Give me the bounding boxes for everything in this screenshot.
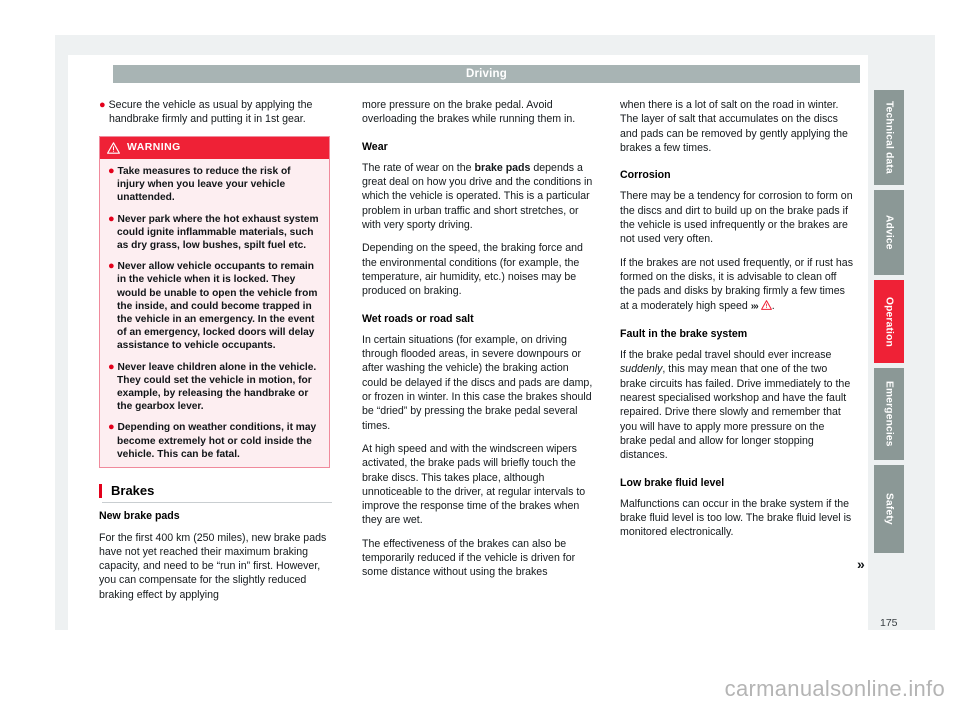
paragraph-wet-1: In certain situations (for example, on d…: [362, 333, 593, 432]
text-column-2: more pressure on the brake pedal. Avoid …: [362, 98, 595, 589]
warning-item: ● Depending on weather conditions, it ma…: [108, 421, 321, 461]
warning-item-text: Never allow vehicle occupants to remain …: [117, 261, 318, 352]
side-tab-label: Safety: [883, 493, 895, 525]
red-bullet-icon: ●: [108, 212, 115, 225]
warning-label: WARNING: [127, 141, 181, 153]
warning-item-text: Depending on weather conditions, it may …: [117, 422, 317, 460]
paragraph-wear-bold: brake pads: [474, 161, 531, 174]
paragraph-fault-italic: suddenly: [620, 363, 663, 376]
section-heading-rule: [102, 502, 332, 504]
warning-item: ● Never leave children alone in the vehi…: [108, 361, 321, 414]
red-bullet-icon: ●: [108, 260, 115, 273]
paragraph-corrosion-1: There may be a tendency for corrosion to…: [620, 190, 853, 246]
warning-box-body: ● Take measures to reduce the risk of in…: [100, 159, 329, 467]
subheading-corrosion: Corrosion: [620, 169, 671, 182]
side-tab-emergencies[interactable]: Emergencies: [874, 368, 904, 460]
paragraph-wet-2: At high speed and with the windscreen wi…: [362, 442, 586, 527]
bullet-paragraph-text: Secure the vehicle as usual by applying …: [108, 99, 313, 126]
continuation-marker: »: [857, 556, 865, 572]
warning-item-text: Take measures to reduce the risk of inju…: [117, 165, 291, 204]
warning-triangle-icon: [760, 299, 772, 314]
side-tab-label: Advice: [883, 215, 895, 250]
paragraph-corrosion-2-post: .: [771, 299, 775, 312]
red-bullet-icon: ●: [108, 164, 115, 177]
watermark: carmanualsonline.info: [724, 676, 945, 701]
paragraph-continued-from-col1: more pressure on the brake pedal. Avoid …: [362, 99, 576, 126]
paragraph-fault: If the brake pedal travel should ever in…: [620, 348, 853, 462]
paragraph-corrosion-2-pre: If the brakes are not used frequently, o…: [620, 256, 853, 312]
side-tab-bar: Technical data Advice Operation Emergenc…: [874, 90, 904, 558]
side-tab-label: Operation: [883, 296, 895, 347]
red-bullet-icon: ●: [99, 99, 106, 111]
subheading-wear: Wear: [362, 140, 388, 153]
page-number: 175: [880, 617, 898, 629]
warning-item: ● Take measures to reduce the risk of in…: [108, 165, 321, 205]
section-heading-brakes: Brakes: [99, 482, 332, 504]
side-tab-operation[interactable]: Operation: [874, 280, 904, 363]
paragraph-speed-noise: Depending on the speed, the braking forc…: [362, 242, 583, 298]
paragraph-low-brake-fluid: Malfunctions can occur in the brake syst…: [620, 497, 852, 539]
paragraph-fault-post: , this may mean that one of the two brak…: [620, 363, 851, 462]
paragraph-wear: The rate of wear on the brake pads depen…: [362, 161, 595, 232]
subheading-low-brake-fluid: Low brake fluid level: [620, 476, 725, 489]
paragraph-salt-continued: when there is a lot of salt on the road …: [620, 99, 848, 154]
warning-item-text: Never leave children alone in the vehicl…: [117, 361, 317, 413]
warning-box-header: WARNING: [100, 136, 329, 159]
paragraph-corrosion-2: If the brakes are not used frequently, o…: [620, 256, 853, 314]
warning-item: ● Never park where the hot exhaust syste…: [108, 213, 321, 253]
side-tab-label: Technical data: [883, 101, 895, 174]
running-header-title: Driving: [113, 65, 860, 83]
text-column-3: when there is a lot of salt on the road …: [620, 98, 853, 549]
paragraph-new-brake-pads: For the first 400 km (250 miles), new br…: [99, 531, 327, 601]
red-bullet-icon: ●: [108, 360, 115, 373]
bullet-paragraph: ● Secure the vehicle as usual by applyin…: [99, 98, 332, 127]
warning-box: WARNING ● Take measures to reduce the ri…: [99, 135, 330, 468]
paragraph-wet-3: The effectiveness of the brakes can also…: [362, 537, 576, 579]
subheading-wet-roads: Wet roads or road salt: [362, 312, 474, 325]
text-column-1: ● Secure the vehicle as usual by applyin…: [99, 98, 332, 611]
side-tab-technical-data[interactable]: Technical data: [874, 90, 904, 185]
paragraph-wear-pre: The rate of wear on the: [362, 161, 475, 174]
side-tab-safety[interactable]: Safety: [874, 465, 904, 553]
warning-triangle-icon: [107, 141, 120, 154]
warning-item: ● Never allow vehicle occupants to remai…: [108, 260, 321, 352]
cross-reference-chevrons: ›››: [750, 300, 759, 312]
red-bullet-icon: ●: [108, 421, 115, 434]
subheading-fault-brake-system: Fault in the brake system: [620, 327, 748, 340]
subheading-new-brake-pads: New brake pads: [99, 510, 180, 523]
warning-item-text: Never park where the hot exhaust system …: [117, 213, 319, 251]
paragraph-fault-pre: If the brake pedal travel should ever in…: [620, 349, 832, 362]
side-tab-advice[interactable]: Advice: [874, 190, 904, 275]
section-heading-text: Brakes: [111, 482, 155, 498]
side-tab-label: Emergencies: [883, 381, 895, 447]
